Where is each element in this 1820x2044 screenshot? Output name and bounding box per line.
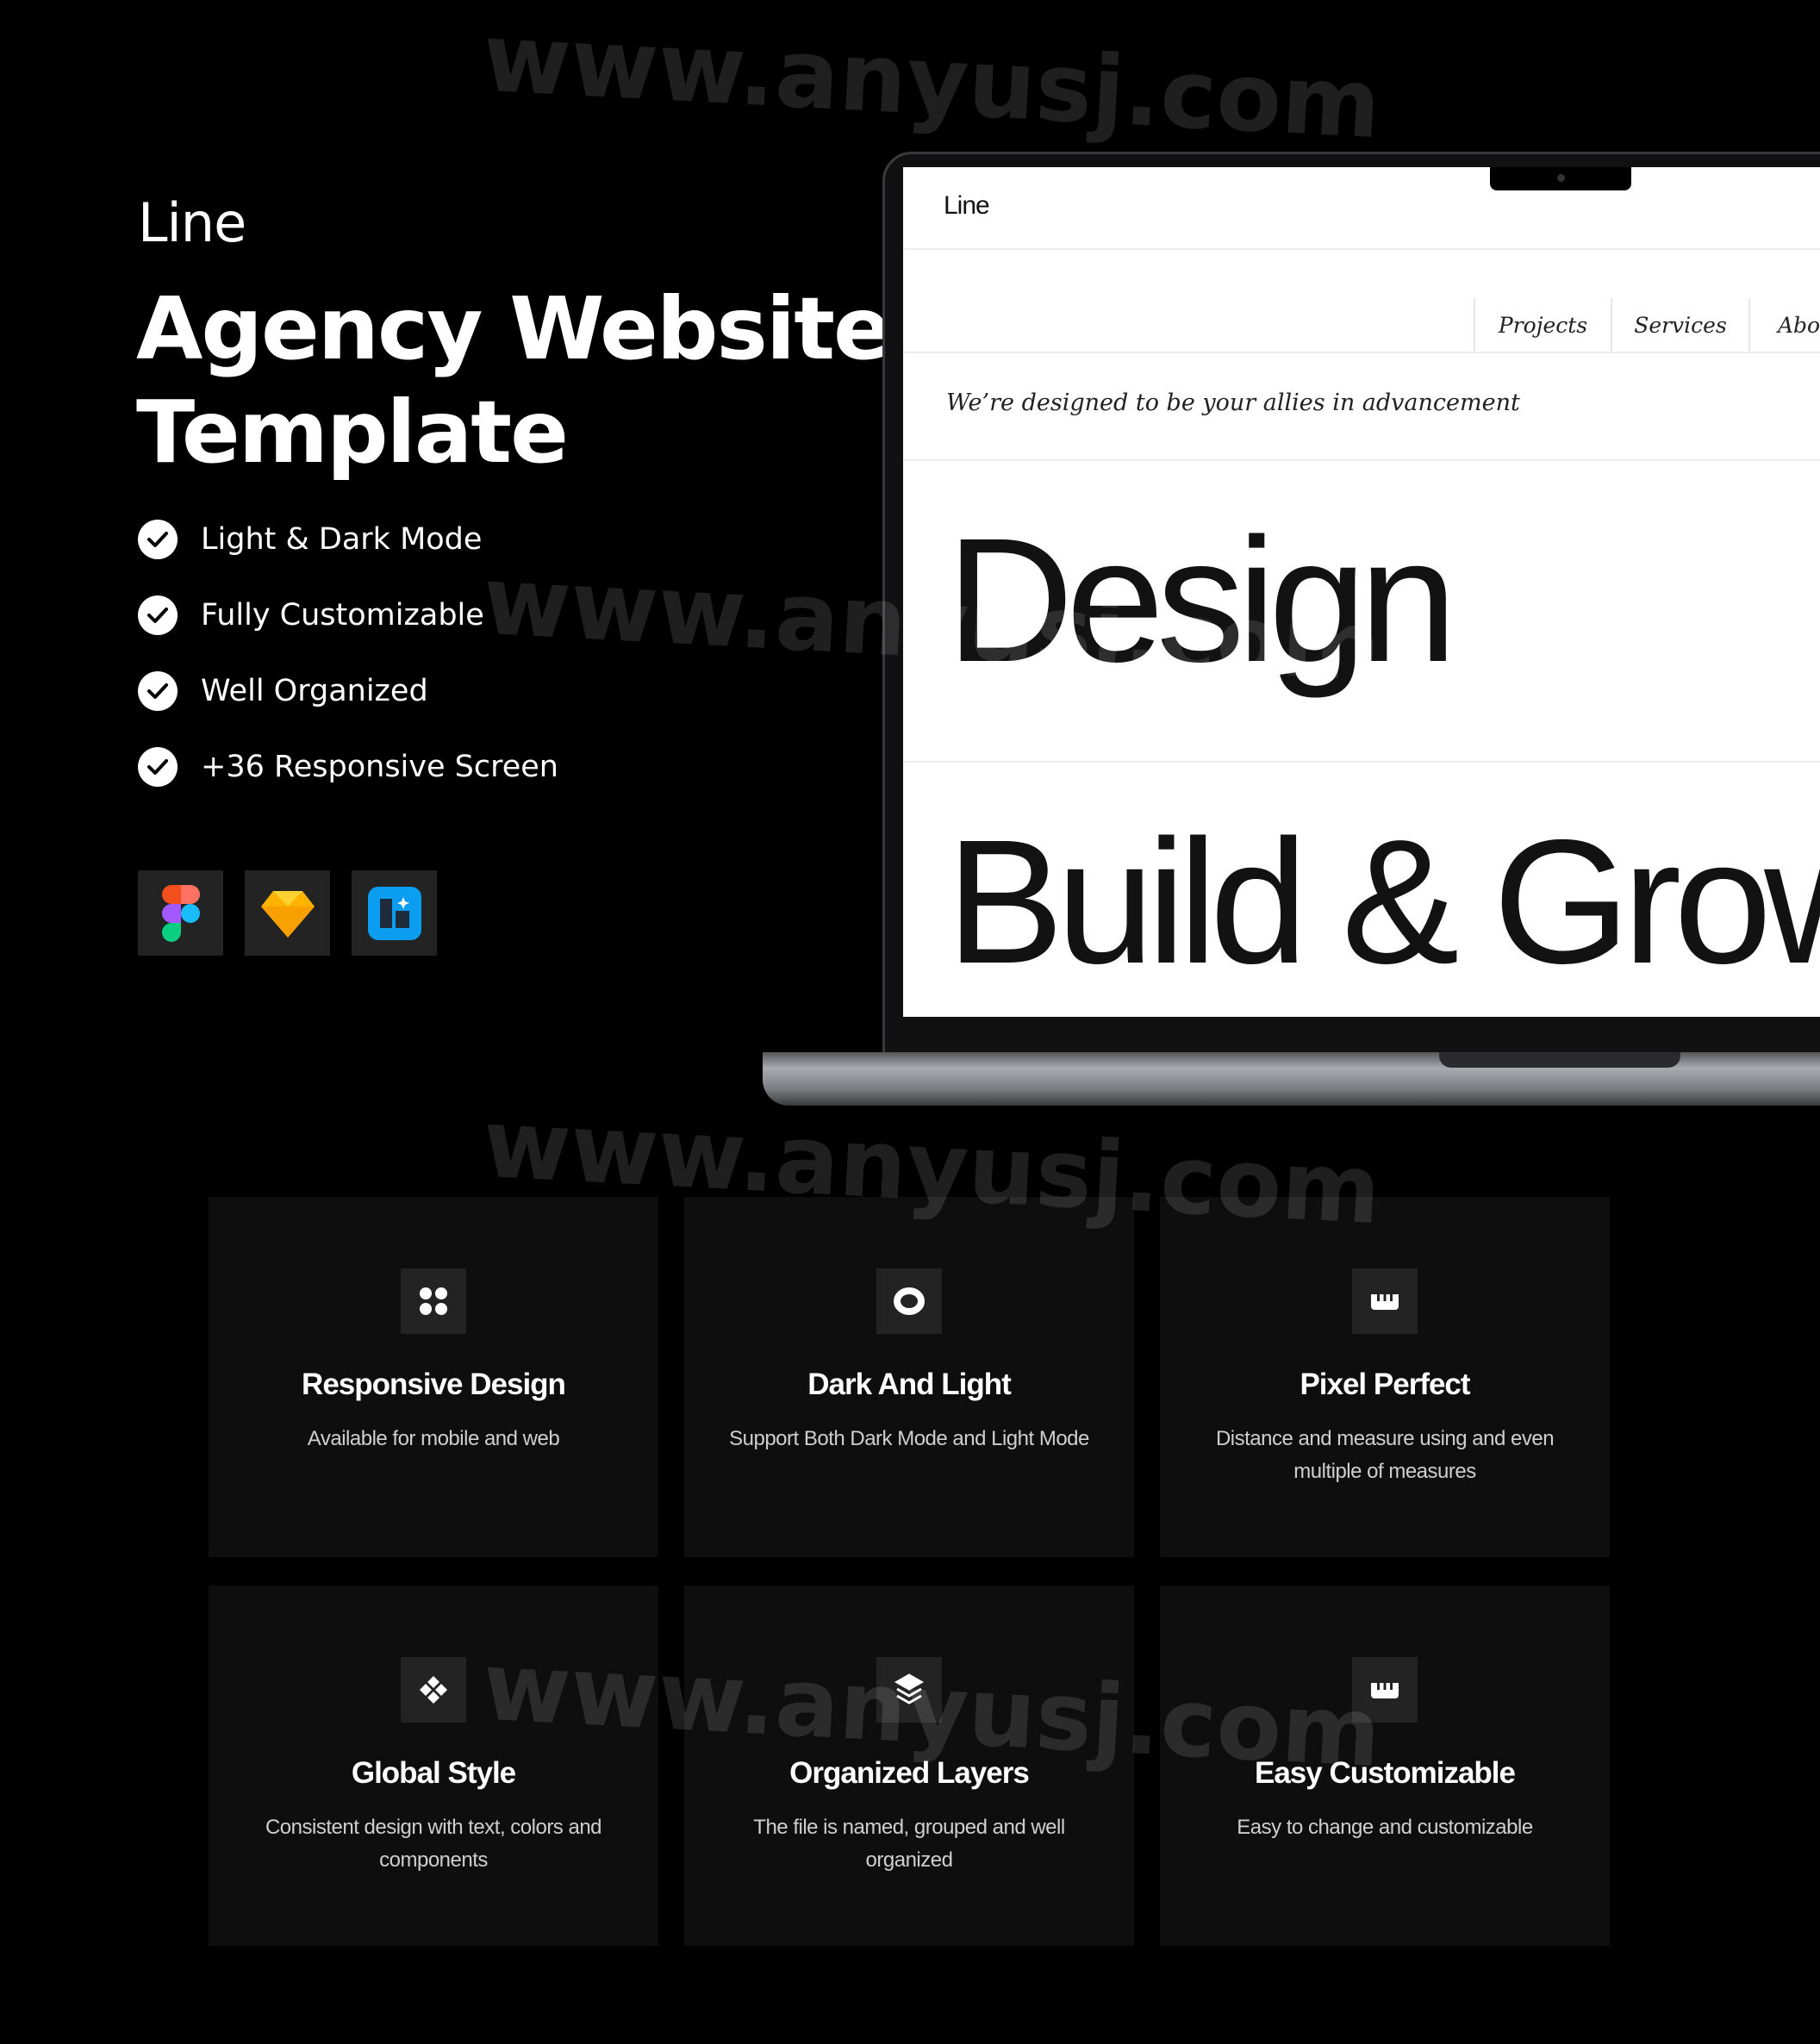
feature-label: +36 Responsive Screen bbox=[201, 750, 558, 784]
feature-list-item: Fully Customizable bbox=[138, 594, 484, 637]
card-description: Available for mobile and web bbox=[307, 1427, 560, 1450]
divider bbox=[903, 761, 1820, 763]
card-title: Easy Customizable bbox=[1255, 1756, 1516, 1790]
title-line: Agency Website bbox=[136, 278, 892, 379]
divider bbox=[903, 248, 1820, 250]
card-description: Consistent design with text, colors and … bbox=[265, 1816, 602, 1872]
sketch-icon bbox=[245, 870, 330, 956]
check-circle-icon bbox=[138, 520, 178, 559]
check-circle-icon bbox=[138, 747, 178, 787]
card-title: Responsive Design bbox=[302, 1368, 566, 1401]
card-title: Dark And Light bbox=[807, 1368, 1012, 1401]
headline-build-grow: Build & Grow bbox=[946, 803, 1820, 1000]
brand-logo: Line bbox=[138, 191, 246, 254]
ruler-icon bbox=[1352, 1268, 1418, 1334]
tagline: We’re designed to be your allies in adva… bbox=[946, 389, 1520, 416]
feature-list-item: Light & Dark Mode bbox=[138, 518, 482, 561]
nav-projects[interactable]: Projects bbox=[1474, 298, 1611, 352]
toggle-ring-icon bbox=[876, 1268, 942, 1334]
preview-logo[interactable]: Line bbox=[944, 191, 990, 221]
component-icon bbox=[401, 1657, 466, 1723]
website-preview: Line Projects Services About We’re desig… bbox=[903, 167, 1820, 1017]
camera-icon bbox=[1557, 174, 1565, 182]
nav-services[interactable]: Services bbox=[1611, 298, 1748, 352]
check-circle-icon bbox=[138, 595, 178, 635]
grid-dots-icon bbox=[401, 1268, 466, 1334]
watermark: www.anyusj.com bbox=[480, 2, 1384, 160]
layers-icon bbox=[876, 1657, 942, 1723]
divider bbox=[903, 459, 1820, 461]
card-description: Distance and measure using and even mult… bbox=[1215, 1427, 1555, 1483]
ruler-icon bbox=[1352, 1657, 1418, 1723]
feature-list-item: Well Organized bbox=[138, 670, 428, 713]
check-circle-icon bbox=[138, 671, 178, 711]
divider bbox=[903, 352, 1820, 353]
figma-icon bbox=[138, 870, 223, 956]
card-title: Pixel Perfect bbox=[1300, 1368, 1470, 1401]
feature-card: Pixel Perfect Distance and measure using … bbox=[1160, 1197, 1610, 1557]
feature-label: Well Organized bbox=[201, 674, 428, 708]
feature-card: Responsive Design Available for mobile an… bbox=[209, 1197, 658, 1557]
title-line: Template bbox=[136, 382, 569, 483]
feature-card: Organized Layers The file is named, group… bbox=[684, 1586, 1134, 1946]
card-title: Global Style bbox=[351, 1756, 516, 1790]
builder-icon bbox=[352, 870, 437, 956]
card-title: Organized Layers bbox=[789, 1756, 1030, 1790]
card-description: Support Both Dark Mode and Light Mode bbox=[729, 1427, 1089, 1450]
headline-design: Design bbox=[946, 502, 1457, 699]
nav-about[interactable]: About bbox=[1748, 298, 1820, 352]
feature-label: Light & Dark Mode bbox=[201, 522, 483, 557]
feature-label: Fully Customizable bbox=[201, 598, 484, 633]
feature-card: Easy Customizable Easy to change and cust… bbox=[1160, 1586, 1610, 1946]
laptop-notch bbox=[1490, 167, 1631, 190]
feature-list-item: +36 Responsive Screen bbox=[138, 745, 558, 788]
laptop-base-notch bbox=[1439, 1052, 1680, 1068]
page-title: Agency Website Template bbox=[136, 277, 892, 484]
feature-card: Global Style Consistent design with text,… bbox=[209, 1586, 658, 1946]
card-description: Easy to change and customizable bbox=[1237, 1816, 1533, 1839]
card-description: The file is named, grouped and well orga… bbox=[753, 1816, 1065, 1872]
feature-card: Dark And Light Support Both Dark Mode and… bbox=[684, 1197, 1134, 1557]
